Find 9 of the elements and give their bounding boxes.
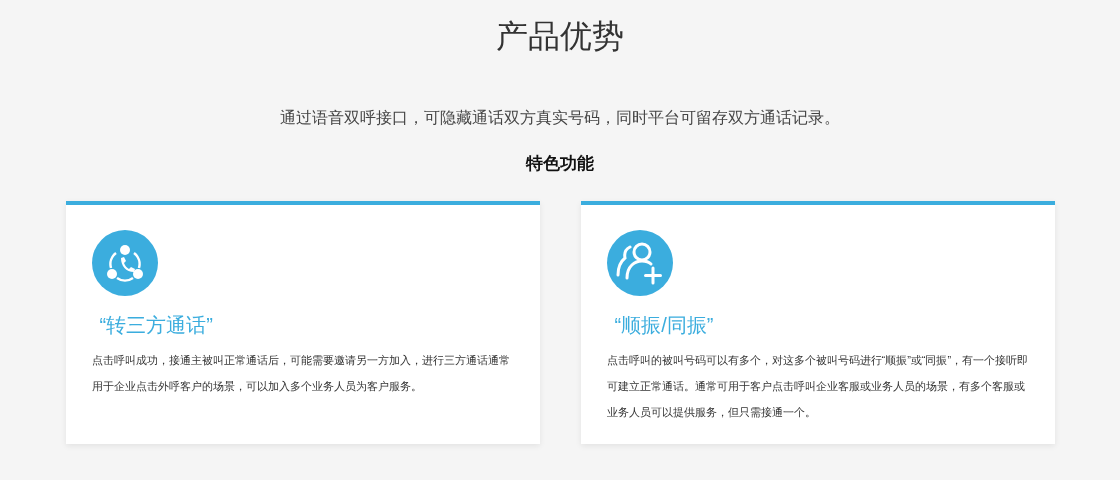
add-user-icon bbox=[606, 230, 673, 296]
feature-description: 点击呼叫成功，接通主被叫正常通话后，可能需要邀请另一方加入，进行三方通话通常用于企业点击外呼客户的场景，可以加入多个业务人员为客户服务。 bbox=[91, 353, 511, 394]
three-way-call-icon bbox=[91, 230, 158, 296]
feature-description: 点击呼叫的被叫号码可以有多个，对这多个被叫号码进行“顺振”或“同振”，有一个接听即可建立正常通话。通常可用于客户点击呼叫企业客服或业务人员的场景，有多个客服或业务人员可以提供服务，但只需接通一个。 bbox=[606, 353, 1029, 420]
feature-title: “转三方通话” bbox=[99, 313, 214, 338]
page-heading: 产品优势 bbox=[495, 17, 625, 56]
intro-text: 通过语音双呼接口，可隐藏通话双方真实号码，同时平台可留存双方通话记录。 bbox=[279, 108, 841, 128]
section-title: 特色功能 bbox=[524, 153, 595, 175]
feature-title: “顺振/同振” bbox=[614, 313, 715, 338]
